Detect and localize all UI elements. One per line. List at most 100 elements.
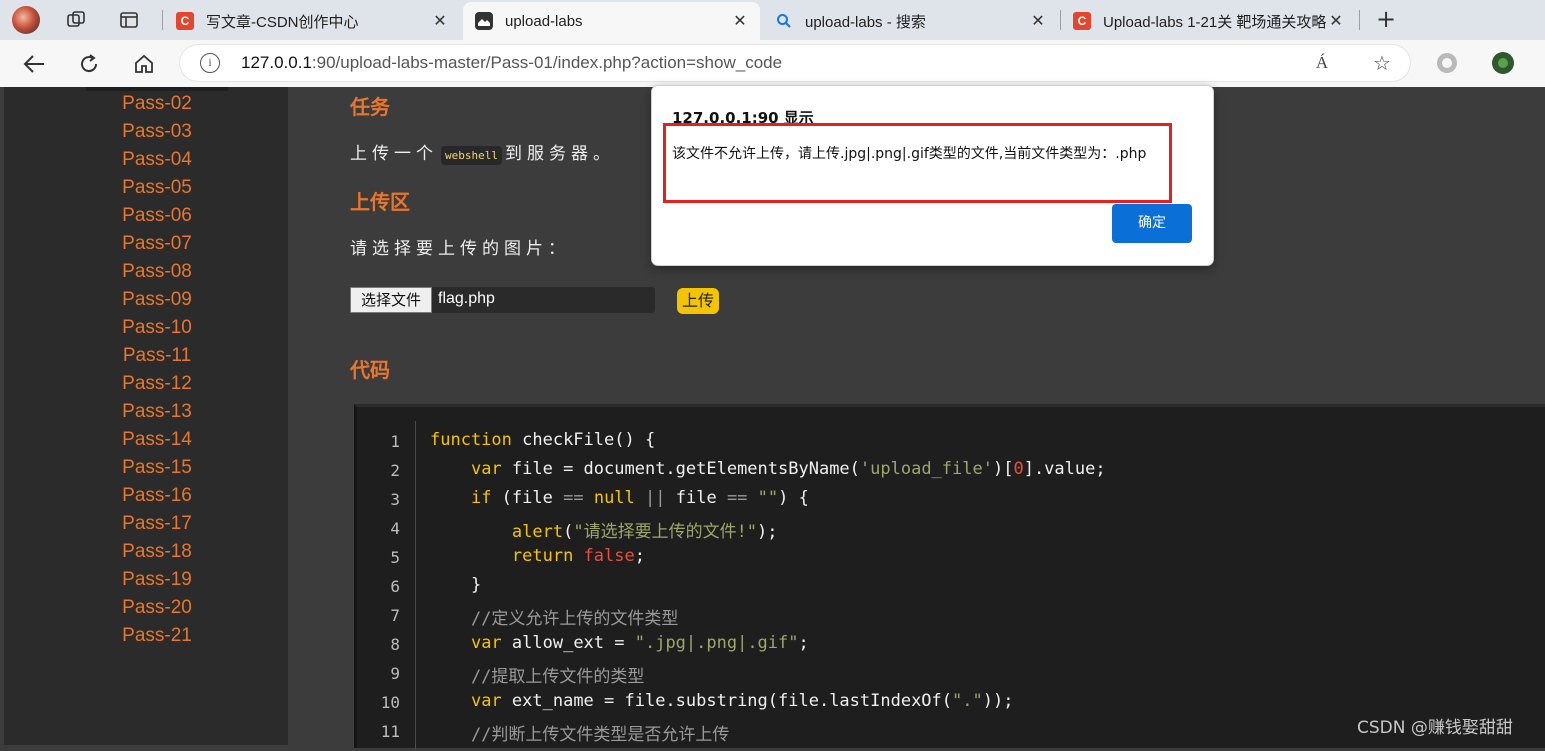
new-tab-button[interactable]: + <box>1374 6 1398 32</box>
tab-title: upload-labs <box>505 12 583 30</box>
sidebar-item-pass-15[interactable]: Pass-15 <box>4 457 310 479</box>
line-number: 3 <box>390 490 400 509</box>
home-button[interactable] <box>130 50 158 78</box>
code-line: } <box>430 575 482 595</box>
line-number: 7 <box>390 606 400 625</box>
reload-icon <box>81 54 98 73</box>
code-line: //提取上传文件的类型 <box>430 667 645 687</box>
code-line: function checkFile() { <box>430 430 656 450</box>
code-gutter-divider <box>415 421 416 751</box>
tab-title: 写文章-CSDN创作中心 <box>206 13 359 31</box>
reload-button[interactable] <box>75 50 103 78</box>
line-number: 10 <box>380 693 400 712</box>
upload-prompt: 请选择要上传的图片： <box>350 239 570 259</box>
upload-heading: 上传区 <box>350 190 410 214</box>
sidebar-item-pass-12[interactable]: Pass-12 <box>4 373 310 395</box>
line-number: 8 <box>390 635 400 654</box>
sidebar-item-pass-08[interactable]: Pass-08 <box>4 261 310 283</box>
favorite-star-icon[interactable]: ☆ <box>1370 51 1394 75</box>
sidebar-divider <box>86 87 228 91</box>
close-icon[interactable]: ✕ <box>430 11 450 31</box>
sidebar-item-pass-20[interactable]: Pass-20 <box>4 597 310 619</box>
line-number: 6 <box>390 577 400 596</box>
code-heading: 代码 <box>350 358 390 382</box>
task-heading: 任务 <box>350 95 390 119</box>
line-number: 1 <box>390 432 400 451</box>
task-text: 到服务器。 <box>504 144 615 164</box>
sidebar-item-pass-10[interactable]: Pass-10 <box>4 317 310 339</box>
csdn-logo-icon: C <box>176 12 194 30</box>
sidebar-item-pass-19[interactable]: Pass-19 <box>4 569 310 591</box>
webshell-code: webshell <box>441 146 502 165</box>
upload-button[interactable]: 上传 <box>677 288 719 314</box>
sidebar-item-pass-04[interactable]: Pass-04 <box>4 149 310 171</box>
close-icon[interactable]: ✕ <box>730 11 750 31</box>
tab-title: Upload-labs 1-21关 靶场通关攻略 <box>1103 13 1326 31</box>
code-line: //定义允许上传的文件类型 <box>430 609 679 629</box>
tab-title: upload-labs - 搜索 <box>805 13 926 31</box>
code-line: //判断上传文件类型是否允许上传 <box>430 725 730 745</box>
address-bar[interactable]: i 127.0.0.1:90/upload-labs-master/Pass-0… <box>180 45 1410 81</box>
sidebar-item-pass-07[interactable]: Pass-07 <box>4 233 310 255</box>
url-path: :90/upload-labs-master/Pass-01/index.php… <box>311 53 783 72</box>
tab-actions-icon[interactable] <box>117 8 141 32</box>
tab-separator <box>162 10 163 30</box>
profile-avatar[interactable] <box>12 6 40 34</box>
sidebar-item-pass-13[interactable]: Pass-13 <box>4 401 310 423</box>
selected-file-name: flag.php <box>438 290 495 307</box>
close-icon[interactable]: ✕ <box>1028 11 1048 31</box>
tab-csdn-editor[interactable]: C 写文章-CSDN创作中心 ✕ <box>164 2 460 40</box>
task-description: 上传一个 webshell 到服务器。 <box>350 139 615 165</box>
file-input[interactable]: 选择文件 flag.php <box>350 287 655 313</box>
browser-toolbar: i 127.0.0.1:90/upload-labs-master/Pass-0… <box>0 40 1545 87</box>
sidebar-item-pass-18[interactable]: Pass-18 <box>4 541 310 563</box>
line-number: 4 <box>390 519 400 538</box>
sidebar-item-pass-21[interactable]: Pass-21 <box>4 625 310 647</box>
sidebar-item-pass-17[interactable]: Pass-17 <box>4 513 310 535</box>
sidebar-item-pass-05[interactable]: Pass-05 <box>4 177 310 199</box>
sidebar-item-pass-14[interactable]: Pass-14 <box>4 429 310 451</box>
back-arrow-icon <box>23 55 44 73</box>
csdn-logo-icon: C <box>1073 12 1091 30</box>
back-button[interactable] <box>20 50 48 78</box>
extension-icon[interactable] <box>1437 53 1457 73</box>
read-aloud-icon[interactable]: Á <box>1310 51 1334 75</box>
ok-button[interactable]: 确定 <box>1112 204 1192 243</box>
code-line: return false; <box>511 546 645 566</box>
close-icon[interactable]: ✕ <box>1326 11 1346 31</box>
tab-separator <box>1359 10 1360 30</box>
highlight-annotation-box <box>663 123 1172 203</box>
choose-file-button[interactable]: 选择文件 <box>350 287 432 313</box>
sidebar-item-pass-11[interactable]: Pass-11 <box>4 345 310 367</box>
task-text: 上传一个 <box>350 144 438 164</box>
sidebar-item-pass-16[interactable]: Pass-16 <box>4 485 310 507</box>
url-text[interactable]: 127.0.0.1:90/upload-labs-master/Pass-01/… <box>241 53 782 73</box>
sidebar-item-pass-09[interactable]: Pass-09 <box>4 289 310 311</box>
line-number: 5 <box>390 548 400 567</box>
page-icon <box>475 12 493 30</box>
code-line: var ext_name = file.substring(file.lastI… <box>470 691 1014 711</box>
pass-sidebar: Pass-02 Pass-03 Pass-04 Pass-05 Pass-06 … <box>4 87 288 745</box>
url-host: 127.0.0.1 <box>241 53 312 72</box>
line-number: 2 <box>390 461 400 480</box>
search-icon <box>775 12 793 30</box>
home-icon <box>135 54 153 73</box>
line-number: 11 <box>380 722 400 741</box>
csdn-watermark: CSDN @赚钱娶甜甜 <box>1357 718 1513 738</box>
sidebar-item-pass-02[interactable]: Pass-02 <box>4 93 310 115</box>
site-info-icon[interactable]: i <box>200 53 220 73</box>
tab-search[interactable]: upload-labs - 搜索 ✕ <box>763 2 1058 40</box>
sidebar-item-pass-06[interactable]: Pass-06 <box>4 205 310 227</box>
sidebar-item-pass-03[interactable]: Pass-03 <box>4 121 310 143</box>
line-number: 9 <box>390 664 400 683</box>
code-line: var file = document.getElementsByName('u… <box>470 459 1106 479</box>
workspaces-icon[interactable] <box>64 8 88 32</box>
code-block: 1 2 3 4 5 6 7 8 9 10 11 function checkFi… <box>354 404 1545 751</box>
code-line: var allow_ext = ".jpg|.png|.gif"; <box>470 633 809 653</box>
extension-icon[interactable] <box>1492 52 1514 74</box>
tab-upload-labs[interactable]: upload-labs ✕ <box>463 2 760 40</box>
tab-upload-labs-guide[interactable]: C Upload-labs 1-21关 靶场通关攻略 ✕ <box>1061 2 1356 40</box>
code-line: alert("请选择要上传的文件!"); <box>511 522 778 542</box>
alert-dialog: 127.0.0.1:90 显示 该文件不允许上传，请上传.jpg|.png|.g… <box>651 85 1214 266</box>
code-line: if (file == null || file == "") { <box>470 488 809 508</box>
